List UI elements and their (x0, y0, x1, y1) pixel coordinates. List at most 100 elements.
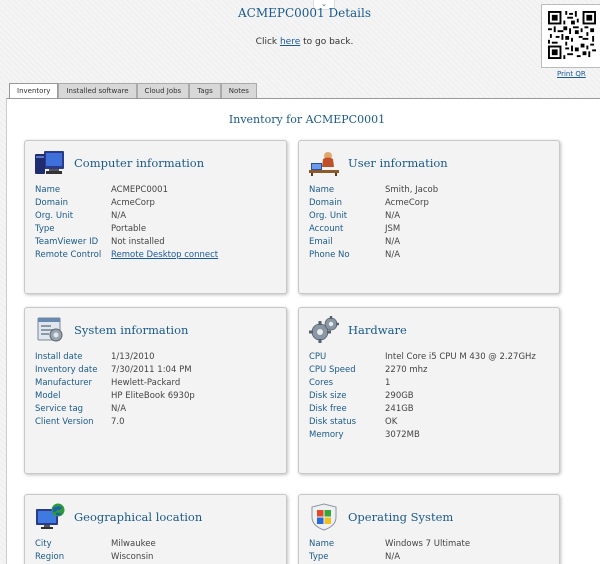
user-at-desk-icon (309, 149, 339, 177)
info-value: HP EliteBook 6930p (111, 391, 195, 401)
info-row: Remote Control Remote Desktop connect (35, 249, 218, 262)
info-label: Model (35, 391, 61, 401)
info-value: AcmeCorp (385, 198, 429, 208)
info-row: Domain AcmeCorp (35, 197, 218, 210)
back-line: Click here to go back. (0, 37, 600, 47)
info-row: Domain AcmeCorp (309, 197, 438, 210)
info-row: Email N/A (309, 236, 438, 249)
info-value: Windows 7 Ultimate (385, 539, 471, 549)
page-title: ACMEPC0001 Details (237, 6, 372, 20)
info-row: Disk size 290GB (309, 390, 536, 403)
info-row: CPU Speed 2270 mhz (309, 364, 536, 377)
info-label: Remote Control (35, 250, 102, 260)
tab-tags[interactable]: Tags (189, 83, 221, 99)
info-label: Disk size (309, 391, 347, 401)
info-row: Account JSM (309, 223, 438, 236)
info-label: Region (35, 552, 65, 562)
qr-code (541, 4, 600, 68)
info-label: Manufacturer (35, 378, 92, 388)
card-title: User information (348, 156, 448, 170)
info-label: City (35, 539, 52, 549)
info-label: Service tag (35, 404, 84, 414)
print-qr-link[interactable]: Print QR (557, 70, 586, 78)
info-row: Org. Unit N/A (309, 210, 438, 223)
back-prefix: Click (255, 37, 280, 47)
operating-system-card: Operating System Name Windows 7 Ultimate … (298, 494, 560, 564)
tab-cloud-jobs[interactable]: Cloud Jobs (136, 83, 190, 99)
info-label: Domain (309, 198, 342, 208)
info-value: Milwaukee (111, 539, 156, 549)
info-value: 3072MB (385, 430, 420, 440)
info-label: Account (309, 224, 344, 234)
remote-desktop-link[interactable]: Remote Desktop connect (111, 249, 218, 262)
info-label: TeamViewer ID (35, 237, 99, 247)
info-value: Portable (111, 224, 147, 234)
info-label: Name (309, 539, 335, 549)
info-row: Type Portable (35, 223, 218, 236)
info-value: 1 (385, 378, 391, 388)
info-value: 7.0 (111, 417, 125, 427)
info-label: Install date (35, 352, 83, 362)
info-label: Phone No (309, 250, 350, 260)
inventory-title: Inventory for ACMEPC0001 (228, 113, 386, 126)
info-label: Inventory date (35, 365, 98, 375)
gears-icon (309, 316, 339, 344)
info-value: 1/13/2010 (111, 352, 155, 362)
info-label: Disk free (309, 404, 347, 414)
info-value: N/A (111, 404, 127, 414)
info-label: Name (35, 185, 61, 195)
info-label: CPU (309, 352, 327, 362)
info-row: Region Wisconsin (35, 551, 156, 564)
system-window-icon (35, 316, 65, 344)
info-row: Inventory date 7/30/2011 1:04 PM (35, 364, 195, 377)
card-title: System information (74, 323, 189, 337)
info-label: Org. Unit (309, 211, 348, 221)
info-row: Memory 3072MB (309, 429, 536, 442)
info-value: N/A (385, 211, 401, 221)
info-row: Manufacturer Hewlett-Packard (35, 377, 195, 390)
info-row: Name Smith, Jacob (309, 184, 438, 197)
info-label: Cores (309, 378, 334, 388)
info-label: Memory (309, 430, 344, 440)
card-title: Hardware (348, 323, 407, 337)
tab-installed-software[interactable]: Installed software (58, 83, 137, 99)
info-value: Smith, Jacob (385, 185, 439, 195)
card-title: Geographical location (74, 510, 203, 524)
info-row: CPU Intel Core i5 CPU M 430 @ 2.27GHz (309, 351, 536, 364)
info-row: Name Windows 7 Ultimate (309, 538, 470, 551)
info-label: Type (309, 552, 329, 562)
info-row: Install date 1/13/2010 (35, 351, 195, 364)
info-row: Org. Unit N/A (35, 210, 218, 223)
info-label: Email (309, 237, 333, 247)
system-information-card: System information Install date 1/13/2010… (24, 307, 287, 474)
info-row: Type N/A (309, 551, 470, 564)
info-value: Not installed (111, 237, 165, 247)
info-row: Disk free 241GB (309, 403, 536, 416)
info-row: City Milwaukee (35, 538, 156, 551)
info-row: TeamViewer ID Not installed (35, 236, 218, 249)
info-label: Name (309, 185, 335, 195)
info-value: N/A (111, 211, 127, 221)
info-value: 2270 mhz (385, 365, 428, 375)
globe-monitor-icon (35, 503, 65, 531)
monitor-icon (35, 149, 65, 177)
info-label: Type (35, 224, 55, 234)
info-value: N/A (385, 237, 401, 247)
back-link[interactable]: here (280, 37, 300, 47)
qr-code-icon (548, 11, 596, 59)
tab-bar: Inventory Installed software Cloud Jobs … (9, 83, 257, 100)
computer-information-card: Computer information Name ACMEPC0001 Doma… (24, 140, 287, 294)
info-row: Disk status OK (309, 416, 536, 429)
info-value: 7/30/2011 1:04 PM (111, 365, 192, 375)
info-value: Wisconsin (111, 552, 154, 562)
user-information-card: User information Name Smith, Jacob Domain… (298, 140, 560, 294)
info-row: Model HP EliteBook 6930p (35, 390, 195, 403)
back-suffix: to go back. (300, 37, 354, 47)
info-value: OK (385, 417, 398, 427)
info-value: AcmeCorp (111, 198, 155, 208)
info-label: CPU Speed (309, 365, 356, 375)
info-value: N/A (385, 250, 401, 260)
tab-notes[interactable]: Notes (220, 83, 257, 99)
info-value: Hewlett-Packard (111, 378, 181, 388)
info-value: 241GB (385, 404, 414, 414)
